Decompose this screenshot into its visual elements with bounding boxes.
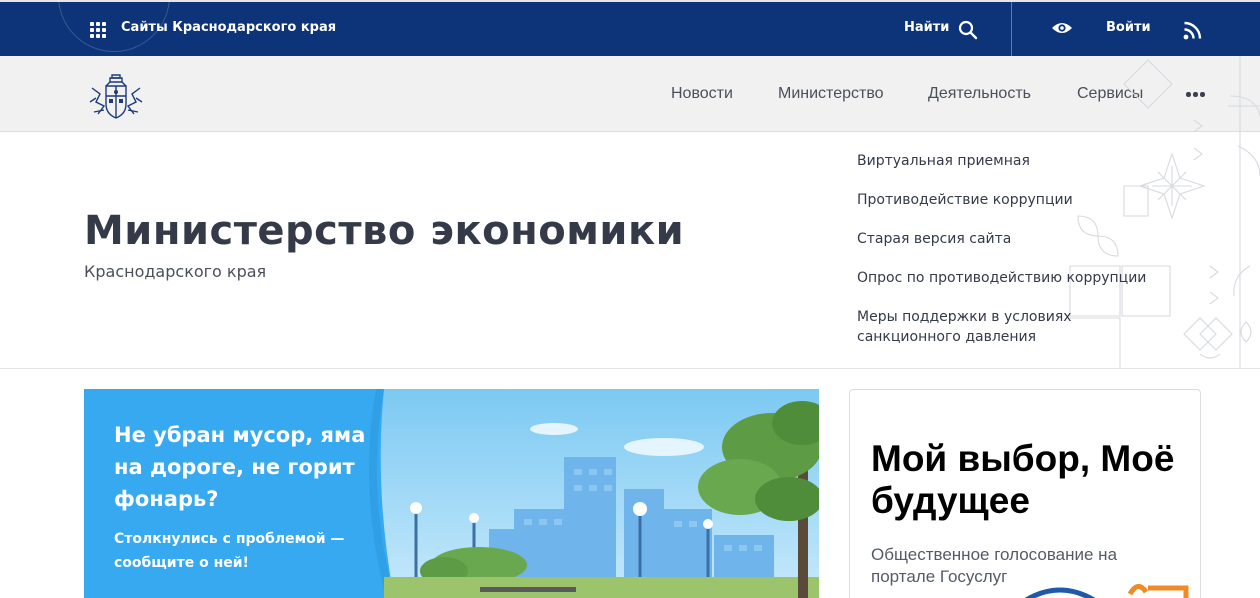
nav-news[interactable]: Новости [671, 85, 733, 103]
report-problem-banner[interactable]: Не убран мусор, яма на дороге, не горит … [84, 389, 819, 598]
login-button[interactable]: Войти [1106, 20, 1151, 35]
ornament-pattern [1069, 56, 1260, 368]
hero-divider [0, 368, 1260, 369]
top-bar: Сайты Краснодарского края Найти Войти [0, 0, 1260, 58]
vote-card-title: Мой выбор, Моё будущее [871, 438, 1175, 521]
grid-icon[interactable] [90, 22, 106, 38]
link-virtual-reception[interactable]: Виртуальная приемная [857, 151, 1030, 171]
link-old-site[interactable]: Старая версия сайта [857, 229, 1011, 249]
nav-ministry[interactable]: Министерство [778, 85, 884, 103]
rss-icon[interactable] [1183, 21, 1202, 40]
link-sanctions-support-line2: санкционного давления [857, 329, 1037, 345]
nav-activity[interactable]: Деятельность [928, 85, 1031, 103]
vote-card-decoration [1024, 584, 1189, 598]
page-subtitle: Краснодарского края [84, 262, 267, 281]
link-sanctions-support-line1: Меры поддержки в условиях [857, 309, 1072, 325]
link-sanctions-support[interactable]: Меры поддержки в условиях санкционного д… [857, 307, 1072, 347]
vote-card[interactable]: Мой выбор, Моё будущее Общественное голо… [849, 389, 1201, 598]
regional-sites-link[interactable]: Сайты Краснодарского края [121, 20, 336, 35]
banner-text: Столкнулись с проблемой — сообщите о ней… [114, 531, 345, 571]
link-anti-corruption-survey[interactable]: Опрос по противодействию коррупции [857, 268, 1146, 288]
banner-title: Не убран мусор, яма на дороге, не горит … [114, 423, 366, 511]
topbar-divider [1011, 2, 1012, 58]
page-title: Министерство экономики [84, 208, 685, 254]
eye-icon[interactable] [1051, 20, 1073, 36]
find-button[interactable]: Найти [904, 20, 949, 35]
search-icon[interactable] [958, 20, 978, 40]
link-anti-corruption[interactable]: Противодействие коррупции [857, 190, 1073, 210]
coat-of-arms-logo[interactable] [88, 72, 144, 122]
